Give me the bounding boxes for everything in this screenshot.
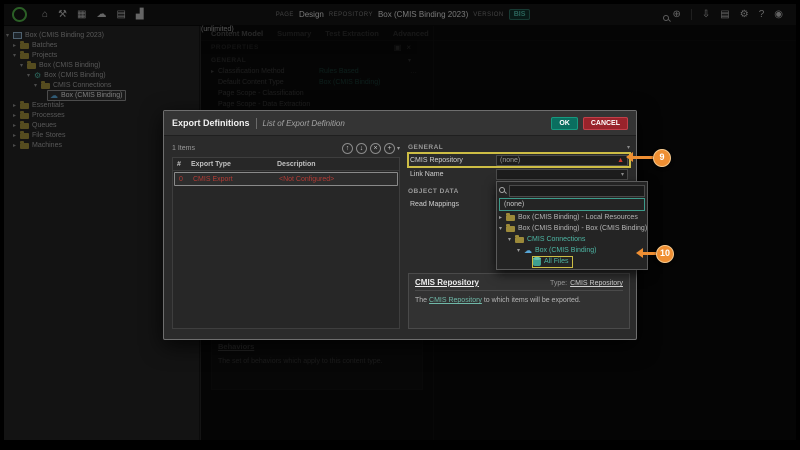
move-up-button[interactable] bbox=[342, 143, 353, 154]
add-button[interactable] bbox=[384, 143, 395, 154]
export-definitions-dialog: Export Definitions List of Export Defini… bbox=[163, 110, 637, 340]
move-down-button[interactable] bbox=[356, 143, 367, 154]
help-title-link[interactable]: CMIS Repository bbox=[415, 278, 550, 287]
export-definitions-table: # Export Type Description 0 CMIS Export … bbox=[172, 157, 400, 329]
delete-button[interactable] bbox=[370, 143, 381, 154]
expander-icon[interactable] bbox=[499, 225, 506, 232]
callout-9-arrow bbox=[632, 156, 653, 159]
table-row[interactable]: 0 CMIS Export <Not Configured> bbox=[174, 172, 398, 186]
cancel-button[interactable]: CANCEL bbox=[583, 117, 628, 130]
database-icon bbox=[533, 257, 541, 266]
screen: PAGE Design REPOSITORY Box (CMIS Binding… bbox=[0, 0, 800, 450]
dropdown-item-box-binding[interactable]: Box (CMIS Binding) - Box (CMIS Binding) bbox=[499, 223, 645, 234]
items-count: 1 Items bbox=[172, 145, 339, 152]
help-body-link[interactable]: CMIS Repository bbox=[429, 297, 482, 304]
field-row-link-name: Link Name bbox=[408, 167, 630, 181]
title-divider bbox=[256, 118, 257, 129]
dropdown-item-cmis-connections[interactable]: CMIS Connections bbox=[499, 234, 645, 245]
cmis-repository-field[interactable]: (none) bbox=[496, 155, 628, 166]
ok-button[interactable]: OK bbox=[551, 117, 578, 130]
link-name-field[interactable] bbox=[496, 169, 628, 180]
search-icon bbox=[499, 187, 506, 194]
callout-10: 10 bbox=[656, 245, 674, 263]
folder-icon bbox=[506, 226, 515, 232]
table-header: # Export Type Description bbox=[173, 158, 399, 171]
column-export-type: Export Type bbox=[191, 161, 277, 168]
list-toolbar: 1 Items bbox=[172, 141, 400, 155]
dialog-titlebar: Export Definitions List of Export Defini… bbox=[164, 111, 636, 136]
export-properties-pane: GENERAL CMIS Repository (none) Link Name… bbox=[408, 141, 630, 329]
expander-icon[interactable] bbox=[499, 214, 506, 221]
dropdown-item-box-connection[interactable]: Box (CMIS Binding) bbox=[499, 245, 645, 256]
dropdown-search-input[interactable] bbox=[509, 185, 645, 197]
export-list-pane: 1 Items # Export Type Description 0 CMIS… bbox=[172, 141, 400, 329]
callout-9: 9 bbox=[653, 149, 671, 167]
dropdown-option-none[interactable]: (none) bbox=[499, 198, 645, 211]
column-description: Description bbox=[277, 161, 399, 168]
add-dropdown-icon[interactable] bbox=[397, 145, 400, 152]
property-help-panel: CMIS Repository Type: CMIS Repository Th… bbox=[408, 273, 630, 329]
folder-icon bbox=[506, 215, 515, 221]
warning-icon bbox=[617, 157, 624, 164]
field-row-cmis-repository: CMIS Repository (none) bbox=[408, 153, 630, 167]
expander-icon[interactable] bbox=[508, 236, 515, 243]
expander-icon[interactable] bbox=[517, 247, 524, 254]
all-files-highlight: All Files bbox=[533, 257, 572, 267]
dropdown-item-local-resources[interactable]: Box (CMIS Binding) - Local Resources bbox=[499, 212, 645, 223]
chevron-down-icon bbox=[621, 171, 624, 178]
help-type-link[interactable]: CMIS Repository bbox=[570, 280, 623, 287]
dropdown-search-row bbox=[499, 184, 645, 197]
dialog-general-header[interactable]: GENERAL bbox=[408, 141, 630, 153]
dropdown-item-all-files[interactable]: All Files bbox=[499, 256, 645, 267]
callout-10-arrow bbox=[642, 252, 656, 255]
dialog-title: Export Definitions bbox=[172, 118, 250, 128]
help-description: The CMIS Repository to which items will … bbox=[415, 296, 623, 305]
chevron-down-icon bbox=[627, 144, 630, 151]
column-number: # bbox=[173, 161, 191, 168]
repository-picker-dropdown: (none) Box (CMIS Binding) - Local Resour… bbox=[496, 181, 648, 270]
folder-icon bbox=[515, 237, 524, 243]
cloud-icon bbox=[524, 247, 532, 255]
dialog-subtitle: List of Export Definition bbox=[263, 119, 547, 128]
